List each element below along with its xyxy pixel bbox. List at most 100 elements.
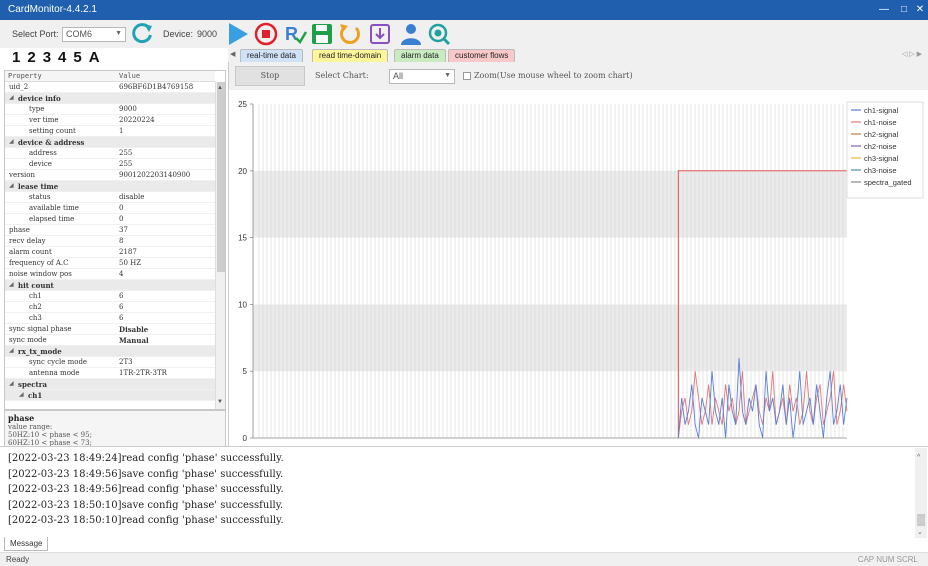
save-icon[interactable] — [310, 22, 334, 46]
property-key: available time — [29, 204, 79, 212]
tab-scroll-right-icon[interactable]: ◁ ▷ ▶ — [902, 50, 922, 58]
property-value: 255 — [119, 149, 133, 157]
scroll-down-icon[interactable]: ⌄ — [917, 528, 923, 536]
collapse-arrow-icon[interactable]: ◢ — [9, 380, 14, 387]
property-row[interactable]: version 9001202203140900 — [5, 170, 215, 181]
property-key: lease time — [18, 182, 59, 191]
property-category[interactable]: ◢ device & address — [5, 137, 215, 148]
card-tab-1[interactable]: 1 — [12, 49, 20, 66]
read-config-icon[interactable]: R — [283, 22, 307, 46]
property-value: 6 — [119, 303, 124, 311]
property-row[interactable]: device 255 — [5, 159, 215, 170]
property-row[interactable]: phase 37 — [5, 225, 215, 236]
legend-entry: ch2-signal — [864, 130, 899, 139]
property-row[interactable]: type 9000 — [5, 104, 215, 115]
scroll-thumb[interactable] — [217, 82, 225, 272]
zoom-checkbox[interactable] — [463, 72, 471, 80]
tab-scroll-left-icon[interactable]: ◀ — [230, 50, 235, 58]
property-grid-header: Property Value — [5, 71, 215, 82]
property-row[interactable]: antenna mode 1TR-2TR-3TR — [5, 368, 215, 379]
scroll-up-icon[interactable]: ^ — [917, 454, 920, 461]
property-category[interactable]: ◢ lease time — [5, 181, 215, 192]
message-scrollbar[interactable]: ^ ⌄ — [915, 448, 927, 538]
property-row[interactable]: uid_2 696BF6D1B4769158 — [5, 82, 215, 93]
user-icon[interactable] — [399, 22, 423, 46]
close-icon[interactable]: ✕ — [912, 2, 928, 18]
property-column-header: Property — [8, 72, 42, 80]
card-tab-3[interactable]: 3 — [43, 49, 51, 66]
property-value: 50 HZ — [119, 259, 142, 267]
scroll-up-icon[interactable]: ▲ — [217, 85, 223, 91]
download-icon[interactable] — [368, 22, 392, 46]
card-number-tabs: 12345A — [12, 49, 212, 66]
description-title: phase — [8, 413, 35, 423]
property-row[interactable]: ver time 20220224 — [5, 115, 215, 126]
maximize-icon[interactable]: □ — [896, 2, 912, 18]
property-key: frequency of A.C — [9, 259, 69, 267]
chart-band — [253, 170, 847, 238]
property-row[interactable]: ch1 6 — [5, 291, 215, 302]
chart-band — [253, 104, 847, 171]
play-icon[interactable] — [226, 22, 250, 46]
property-row[interactable]: noise window pos 4 — [5, 269, 215, 280]
collapse-arrow-icon[interactable]: ◢ — [9, 138, 14, 145]
property-row[interactable]: frequency of A.C 50 HZ — [5, 258, 215, 269]
description-line: value range: — [8, 423, 53, 431]
log-line: [2022-03-23 18:49:56]save config 'phase'… — [8, 468, 284, 480]
tab-real-time-data[interactable]: real-time data — [240, 49, 303, 62]
card-tab-5[interactable]: 5 — [73, 49, 81, 66]
property-scrollbar[interactable]: ▲ ▼ — [215, 82, 225, 409]
property-value: 1 — [119, 127, 124, 135]
collapse-arrow-icon[interactable]: ◢ — [19, 391, 24, 398]
property-category[interactable]: ◢ ch1 — [5, 390, 215, 401]
collapse-arrow-icon[interactable]: ◢ — [9, 182, 14, 189]
stop-record-icon[interactable] — [254, 22, 278, 46]
property-key: hit count — [18, 281, 54, 290]
property-row[interactable]: alarm count 2187 — [5, 247, 215, 258]
property-category[interactable]: ◢ device info — [5, 93, 215, 104]
property-row[interactable]: sync signal phase Disable — [5, 324, 215, 335]
property-key: noise window pos — [9, 270, 72, 278]
chevron-down-icon: ▼ — [115, 30, 122, 37]
card-tab-2[interactable]: 2 — [27, 49, 35, 66]
property-row[interactable]: address 255 — [5, 148, 215, 159]
property-row[interactable]: sync mode Manual — [5, 335, 215, 346]
legend-entry: spectra_gated — [864, 178, 912, 187]
message-tab[interactable]: Message — [4, 537, 48, 551]
chart-select-value: All — [393, 71, 404, 81]
property-row[interactable]: ch2 6 — [5, 302, 215, 313]
chart-select[interactable]: All ▼ — [389, 69, 455, 84]
property-row[interactable]: setting count 1 — [5, 126, 215, 137]
collapse-arrow-icon[interactable]: ◢ — [9, 281, 14, 288]
tab-alarm-data[interactable]: alarm data — [394, 49, 446, 62]
property-category[interactable]: ◢ hit count — [5, 280, 215, 291]
description-line: 50HZ:10 < phase < 95; — [8, 431, 92, 439]
card-tab-A[interactable]: A — [89, 49, 100, 66]
property-row[interactable]: sync cycle mode 2T3 — [5, 357, 215, 368]
value-column-header: Value — [119, 72, 141, 80]
tab-read-time-domain[interactable]: read time-domain — [312, 49, 389, 62]
property-key: type — [29, 105, 45, 113]
refresh-icon[interactable] — [130, 22, 154, 46]
property-row[interactable]: available time 0 — [5, 203, 215, 214]
port-select[interactable]: COM6 ▼ — [62, 27, 126, 42]
minimize-icon[interactable]: — — [876, 2, 892, 18]
property-row[interactable]: ch3 6 — [5, 313, 215, 324]
property-row[interactable]: recv delay 8 — [5, 236, 215, 247]
port-label: Select Port: — [12, 29, 59, 39]
scroll-down-icon[interactable]: ▼ — [217, 399, 223, 405]
stop-button[interactable]: Stop — [235, 66, 305, 86]
port-value: COM6 — [66, 29, 93, 39]
property-category[interactable]: ◢ rx_tx_mode — [5, 346, 215, 357]
tab-customer-flows[interactable]: customer flows — [448, 49, 516, 62]
card-tab-4[interactable]: 4 — [58, 49, 66, 66]
reset-icon[interactable] — [338, 22, 362, 46]
property-row[interactable]: elapsed time 0 — [5, 214, 215, 225]
collapse-arrow-icon[interactable]: ◢ — [9, 94, 14, 101]
search-config-icon[interactable] — [427, 22, 451, 46]
property-row[interactable]: status disable — [5, 192, 215, 203]
collapse-arrow-icon[interactable]: ◢ — [9, 347, 14, 354]
scroll-thumb[interactable] — [917, 514, 925, 526]
property-category[interactable]: ◢ spectra — [5, 379, 215, 390]
property-key: ch3 — [29, 314, 42, 322]
